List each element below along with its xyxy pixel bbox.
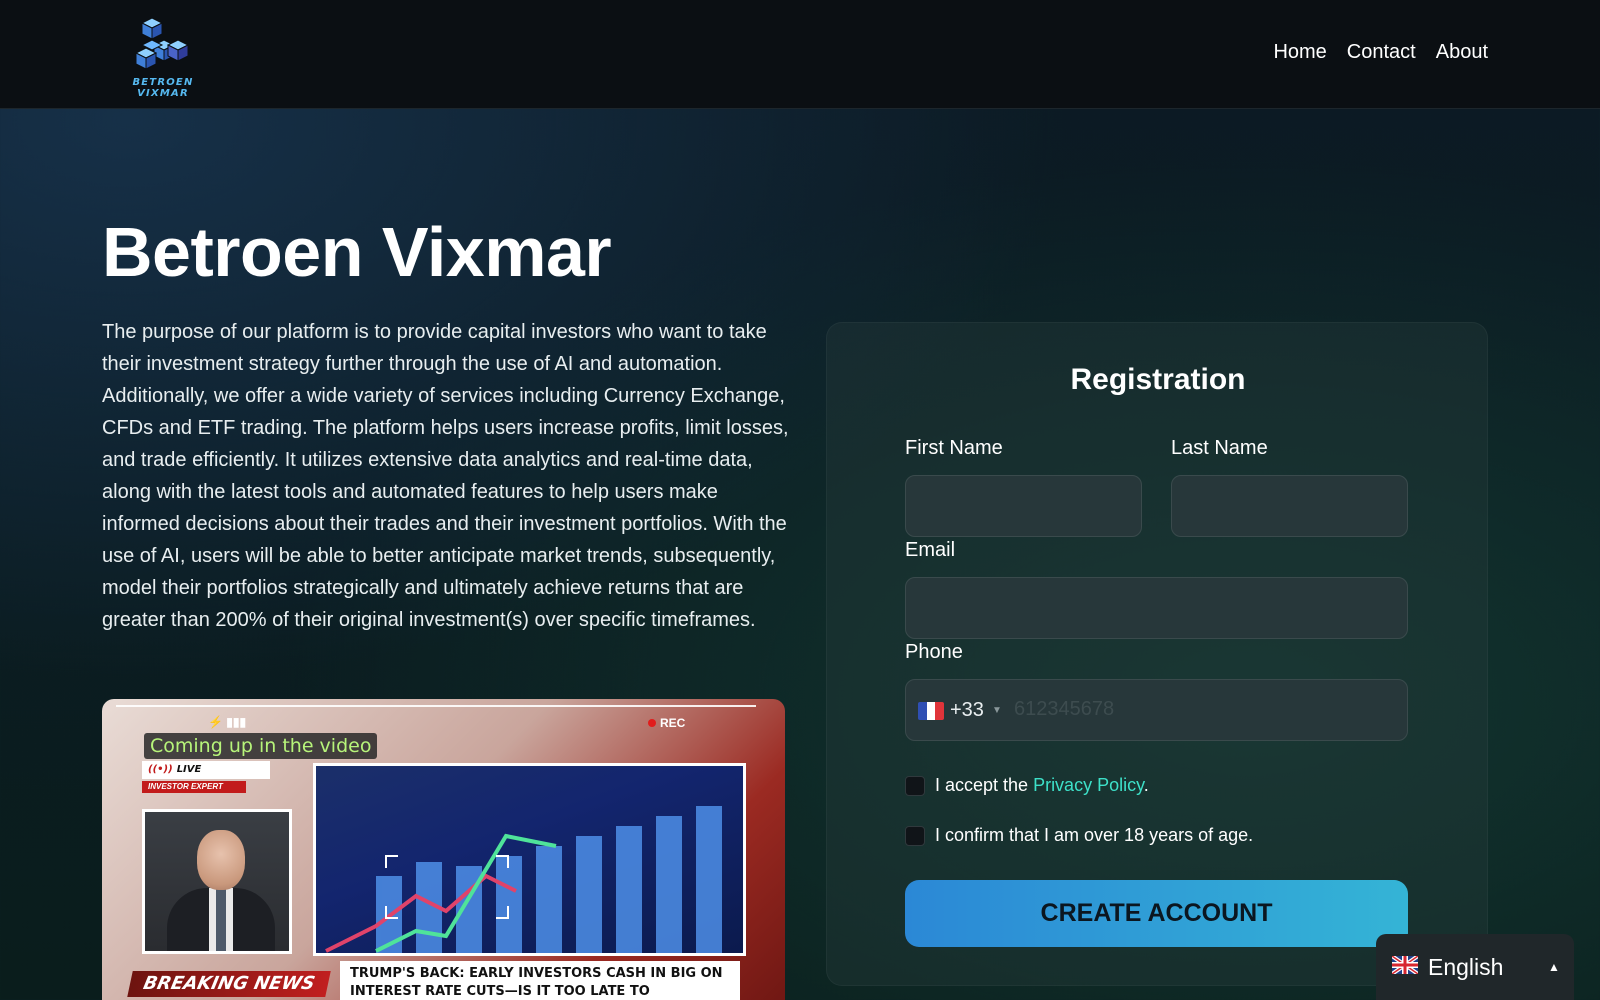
privacy-consent-text: I accept the Privacy Policy. bbox=[935, 775, 1149, 796]
first-name-label: First Name bbox=[905, 437, 1003, 459]
last-name-input[interactable] bbox=[1171, 475, 1408, 537]
video-caption: Coming up in the video bbox=[144, 733, 378, 759]
age-checkbox[interactable] bbox=[905, 825, 925, 846]
logo-wordmark: BETROEN VIXMAR bbox=[132, 77, 194, 99]
chevron-up-icon: ▲ bbox=[1548, 960, 1560, 974]
language-label: English bbox=[1428, 954, 1504, 980]
rising-chart-graphic bbox=[325, 806, 722, 953]
anchor-head bbox=[197, 830, 245, 890]
age-consent-text: I confirm that I am over 18 years of age… bbox=[935, 825, 1254, 845]
phone-placeholder: 612345678 bbox=[1014, 698, 1115, 720]
broadcast-icon: ((•)) bbox=[148, 764, 173, 775]
email-input[interactable] bbox=[905, 577, 1408, 639]
last-name-label: Last Name bbox=[1171, 437, 1268, 459]
uk-flag-icon bbox=[1392, 956, 1418, 974]
chevron-down-icon: ▼ bbox=[991, 705, 1002, 716]
hero-description: The purpose of our platform is to provid… bbox=[102, 321, 789, 631]
phone-input[interactable]: +33 ▼ 612345678 bbox=[905, 679, 1408, 741]
country-code: +33 bbox=[950, 699, 984, 721]
country-code-selector[interactable]: +33 ▼ bbox=[918, 699, 1002, 722]
first-name-input[interactable] bbox=[905, 475, 1142, 537]
age-consent-row: I confirm that I am over 18 years of age… bbox=[905, 825, 1253, 846]
main-nav: Home Contact About bbox=[1273, 41, 1488, 64]
phone-label: Phone bbox=[905, 641, 963, 663]
anchor-tie bbox=[209, 888, 233, 951]
registration-form: Registration First Name Last Name Email … bbox=[826, 322, 1488, 986]
battery-icon: ⚡ ▮▮▮ bbox=[208, 715, 247, 729]
live-label: LIVE bbox=[176, 764, 202, 775]
rec-dot-icon bbox=[648, 719, 656, 727]
language-selector[interactable]: English ▲ bbox=[1376, 934, 1574, 1000]
page-title: Betroen Vixmar bbox=[102, 213, 612, 291]
live-badge: ((•)) LIVE bbox=[142, 761, 270, 779]
privacy-checkbox[interactable] bbox=[905, 775, 925, 796]
france-flag-icon bbox=[918, 701, 944, 720]
nav-home-link[interactable]: Home bbox=[1273, 41, 1326, 64]
privacy-policy-link[interactable]: Privacy Policy bbox=[1033, 775, 1144, 795]
news-headline: TRUMP'S BACK: EARLY INVESTORS CASH IN BI… bbox=[340, 961, 740, 1000]
market-chart-image bbox=[313, 763, 746, 956]
breaking-news-banner: BREAKING NEWS bbox=[127, 971, 331, 997]
rec-label: REC bbox=[660, 716, 686, 730]
camera-frame-line bbox=[116, 705, 756, 707]
stacked-cubes-logo-icon bbox=[134, 17, 190, 70]
email-label: Email bbox=[905, 539, 956, 561]
investor-expert-badge: INVESTOR EXPERT bbox=[142, 781, 246, 793]
rec-indicator: REC bbox=[648, 716, 685, 730]
privacy-prefix: I accept the bbox=[935, 775, 1034, 795]
nav-about-link[interactable]: About bbox=[1436, 41, 1488, 64]
site-header: BETROEN VIXMAR Home Contact About bbox=[0, 0, 1600, 109]
registration-title: Registration bbox=[1070, 363, 1246, 396]
promo-video[interactable]: ⚡ ▮▮▮ REC Coming up in the video ((•)) LI… bbox=[102, 699, 785, 1000]
brand-logo[interactable]: BETROEN VIXMAR bbox=[106, 14, 220, 99]
nav-contact-link[interactable]: Contact bbox=[1347, 41, 1416, 64]
news-anchor-image bbox=[142, 809, 292, 954]
privacy-consent-row: I accept the Privacy Policy. bbox=[905, 775, 1149, 796]
create-account-button[interactable]: CREATE ACCOUNT bbox=[905, 880, 1408, 947]
privacy-suffix: . bbox=[1143, 775, 1149, 795]
